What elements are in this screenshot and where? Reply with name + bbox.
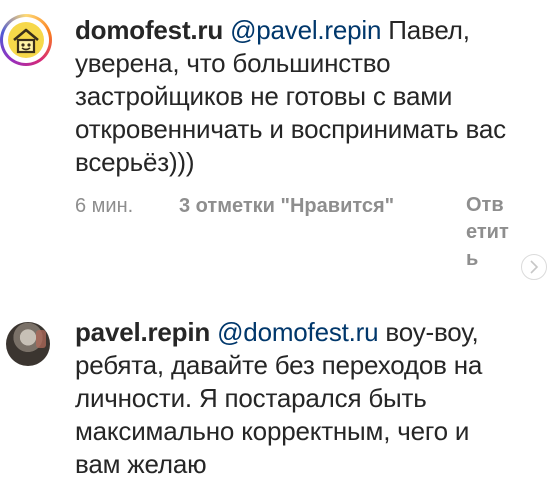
comment-mention[interactable]: @domofest.ru <box>217 317 378 347</box>
house-icon <box>8 22 44 58</box>
comment-username[interactable]: domofest.ru <box>75 15 223 45</box>
chevron-right-icon[interactable] <box>521 254 547 280</box>
comment-text: pavel.repin @domofest.ru воу-воу, ребята… <box>75 316 514 481</box>
comment-meta: 6 мин. 3 отметки "Нравится" <box>75 192 394 220</box>
house-logo-avatar[interactable] <box>0 14 52 66</box>
comment-text: domofest.ru @pavel.repin Павел, уверена,… <box>75 14 514 179</box>
likes-count-link[interactable]: 3 отметки "Нравится" <box>179 195 394 217</box>
comment-username[interactable]: pavel.repin <box>75 317 210 347</box>
comment-mention[interactable]: @pavel.repin <box>230 15 381 45</box>
reply-button[interactable]: Ответить <box>466 192 514 273</box>
profile-photo-avatar[interactable] <box>6 322 50 366</box>
comment-time: 6 мин. <box>75 195 134 217</box>
